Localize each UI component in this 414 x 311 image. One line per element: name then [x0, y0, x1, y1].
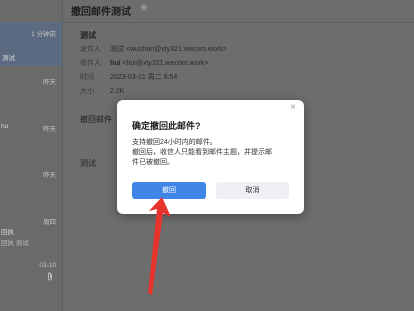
meta-label: 大小 [80, 88, 94, 95]
list-item[interactable]: 昨天 [0, 165, 62, 191]
meta-label: 时间 [80, 74, 94, 81]
list-item-time: 1 分钟前 [31, 31, 56, 38]
close-icon[interactable]: × [290, 102, 296, 113]
mail-list: 1 分钟前 测试 昨天 hu 昨天 昨天 周四 回执 回执 测试 03-10 [0, 0, 63, 311]
star-icon[interactable]: ★ [139, 1, 149, 14]
meta-from: 发件人 测试 <wushan@xty321.wecom.work> [80, 44, 227, 54]
dialog-message-line: 撤回后，收信人只能看到邮件主题，并提示邮 [132, 149, 272, 156]
dialog-message-line: 支持撤回24小时内的邮件。 [132, 139, 217, 146]
list-item[interactable]: 03-10 [0, 258, 62, 288]
size-value: 2.2K [109, 88, 125, 95]
meta-label: 收件人 [80, 60, 101, 67]
from-value[interactable]: 测试 <wushan@xty321.wecom.work> [110, 46, 227, 53]
annotation-arrow-icon [148, 197, 171, 295]
meta-label: 发件人 [80, 46, 101, 53]
list-item-time: 昨天 [43, 126, 56, 133]
paperclip-icon [47, 272, 53, 283]
time-value: 2023-03-21 周二 9:54 [109, 74, 178, 81]
list-item-sender: hu [1, 123, 9, 130]
list-item-time: 昨天 [43, 172, 56, 179]
to-value[interactable]: <hui@xty321.wecom.work> [122, 60, 208, 67]
list-item[interactable]: 昨天 [0, 70, 62, 96]
list-item[interactable]: 1 分钟前 测试 [0, 22, 62, 66]
to-name[interactable]: hui [110, 60, 121, 67]
dialog-title: 确定撤回此邮件? [132, 121, 201, 131]
list-item-sender: 回执 [1, 229, 14, 236]
list-item-time: 03-10 [39, 262, 56, 269]
divider [63, 22, 414, 23]
dialog-message-line: 件已被撤回。 [132, 159, 174, 166]
list-item[interactable]: hu 昨天 [0, 118, 62, 144]
mail-body-line: 撤回邮件 [80, 115, 112, 124]
list-item-time: 周四 [43, 219, 56, 226]
list-item-preview: 回执 测试 [1, 240, 29, 247]
list-item-time: 昨天 [43, 79, 56, 86]
meta-to: 收件人 hui <hui@xty321.wecom.work> [80, 58, 209, 68]
list-item-preview: 测试 [2, 55, 15, 62]
dialog-message: 支持撤回24小时内的邮件。 撤回后，收信人只能看到邮件主题，并提示邮 件已被撤回… [132, 138, 297, 168]
meta-time: 时间 2023-03-21 周二 9:54 [80, 72, 177, 82]
mail-title: 测试 [80, 31, 96, 40]
meta-size: 大小 2.2K [80, 86, 124, 96]
list-item[interactable]: 周四 回执 回执 测试 [0, 212, 62, 248]
mail-body-line: 测试 [80, 159, 96, 168]
cancel-button[interactable]: 取消 [216, 182, 289, 199]
mail-subject: 撤回邮件测试 [71, 7, 131, 18]
